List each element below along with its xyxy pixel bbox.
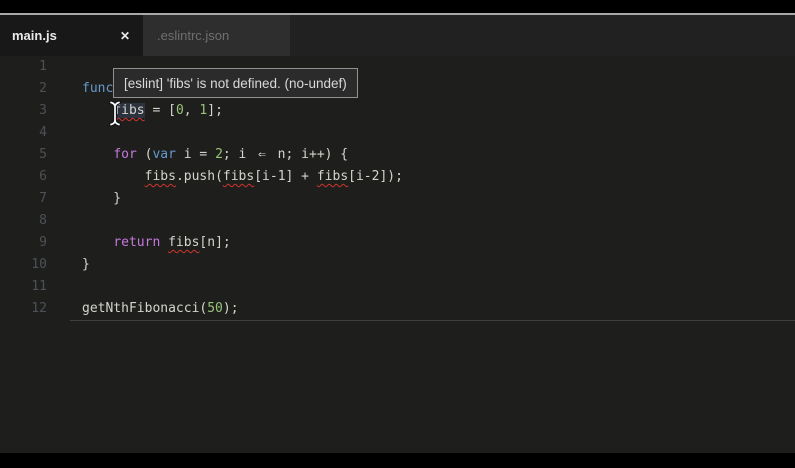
code-line[interactable]: 11: [0, 276, 795, 298]
code-line-text: }: [47, 254, 90, 276]
code-line[interactable]: 5 for (var i = 2; i ⇐ n; i++) {: [0, 144, 795, 166]
code-line[interactable]: 8: [0, 210, 795, 232]
tab-label: main.js: [12, 28, 57, 43]
code-line[interactable]: 7 }: [0, 188, 795, 210]
line-number: 9: [0, 232, 47, 254]
code-editor-window: { "theme": { "topLine": "#a8a8a8", "tabb…: [0, 0, 795, 468]
code-line[interactable]: 6 fibs.push(fibs[i-1] + fibs[i-2]);: [0, 166, 795, 188]
lint-tooltip: [eslint] 'fibs' is not defined. (no-unde…: [113, 68, 358, 98]
lint-tooltip-text: [eslint] 'fibs' is not defined. (no-unde…: [124, 76, 347, 91]
code-line-text: fibs.push(fibs[i-1] + fibs[i-2]);: [47, 166, 403, 188]
line-number: 2: [0, 78, 47, 100]
code-line[interactable]: 9 return fibs[n];: [0, 232, 795, 254]
code-line[interactable]: 10}: [0, 254, 795, 276]
code-line[interactable]: 12getNthFibonacci(50);: [0, 298, 795, 320]
code-line-text: [47, 276, 82, 298]
close-icon[interactable]: ✕: [120, 30, 130, 42]
line-number: 5: [0, 144, 47, 166]
line-number: 10: [0, 254, 47, 276]
code-line-text: }: [47, 188, 121, 210]
line-number: 8: [0, 210, 47, 232]
code-line-text: [47, 56, 82, 78]
tab-main-js[interactable]: main.js ✕: [0, 15, 143, 56]
code-line-text: [47, 122, 82, 144]
code-line-text: return fibs[n];: [47, 232, 231, 254]
end-of-file-divider: [70, 320, 795, 321]
line-number: 12: [0, 298, 47, 320]
line-number: 3: [0, 100, 47, 122]
line-number: 1: [0, 56, 47, 78]
text-cursor-icon: [108, 100, 122, 131]
line-number: 7: [0, 188, 47, 210]
code-line-text: [47, 210, 82, 232]
code-line-text: fibs = [0, 1];: [47, 100, 223, 122]
line-number: 6: [0, 166, 47, 188]
code-line-text: for (var i = 2; i ⇐ n; i++) {: [47, 144, 348, 166]
tab-label: .eslintrc.json: [157, 28, 229, 43]
code-line-text: getNthFibonacci(50);: [47, 298, 239, 320]
line-number: 11: [0, 276, 47, 298]
tab-eslintrc-json[interactable]: .eslintrc.json: [143, 15, 290, 56]
line-number: 4: [0, 122, 47, 144]
tab-bar: main.js ✕ .eslintrc.json: [0, 15, 795, 56]
